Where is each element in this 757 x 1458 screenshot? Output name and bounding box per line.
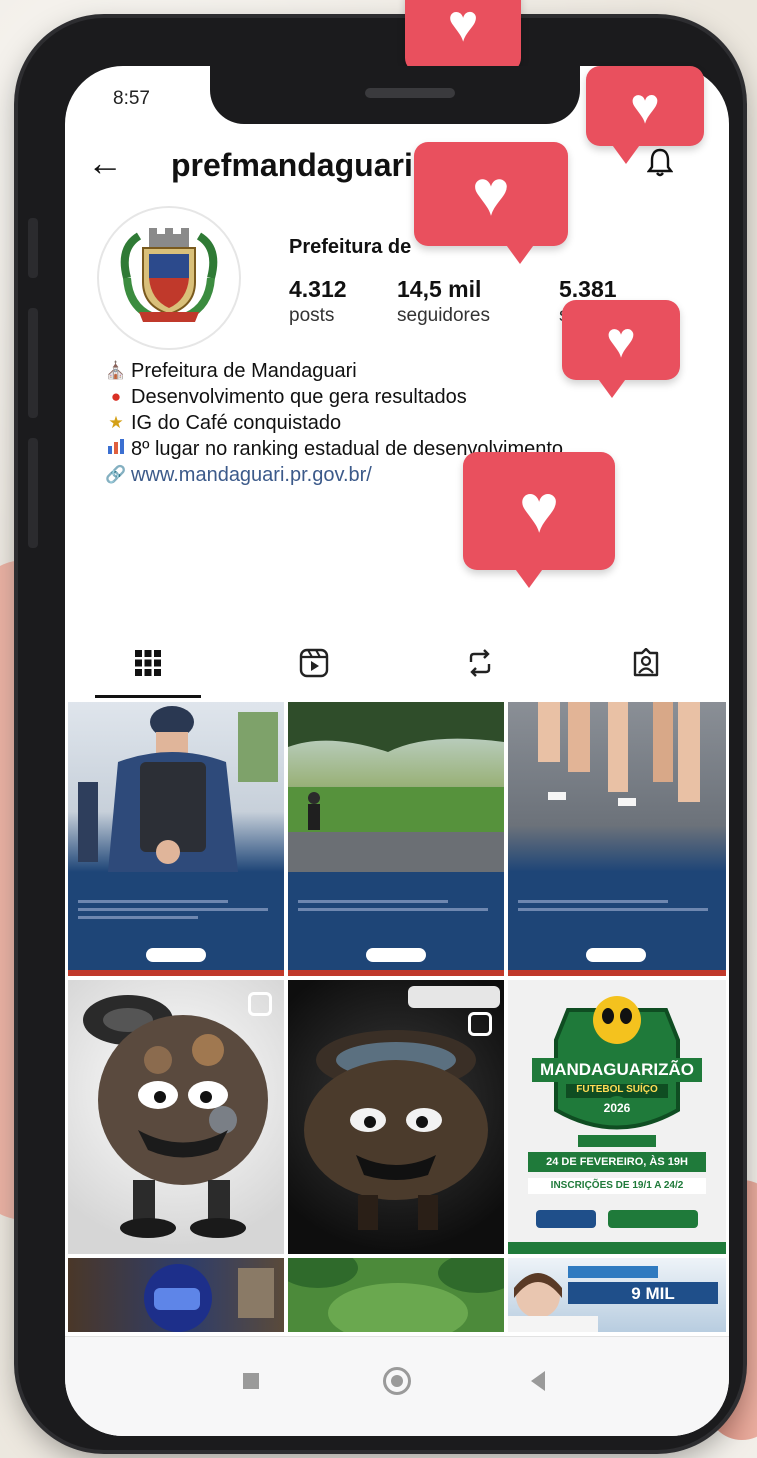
post-thumbnail[interactable]: [68, 702, 284, 976]
notch: [210, 66, 580, 124]
heart-icon: ♥: [518, 471, 560, 547]
status-time: 8:57: [113, 88, 150, 109]
heart-icon: ♥: [472, 157, 510, 229]
profile-name: Prefeitura de: [289, 236, 412, 258]
futsal-subtitle: FUTEBOL SUÍÇO: [576, 1084, 658, 1095]
heart-bubble: ♥: [463, 452, 615, 588]
avatar[interactable]: [97, 206, 241, 350]
tab-grid[interactable]: [65, 631, 231, 695]
bio-line: ★ IG do Café conquistado: [105, 410, 705, 436]
heart-icon: ♥: [447, 0, 479, 53]
stat-following-value: 5.381: [559, 276, 617, 302]
heart-bubble: ♥: [414, 142, 568, 264]
volume-down-button: [28, 308, 38, 418]
post-thumbnail[interactable]: [508, 702, 726, 976]
post-image-field: [288, 1258, 504, 1332]
tab-reposts[interactable]: [397, 631, 563, 695]
volume-up-button: [28, 218, 38, 278]
post-image-runners: [508, 702, 726, 976]
post-thumbnail[interactable]: [68, 1258, 284, 1332]
grid-icon: [135, 650, 161, 676]
stat-followers[interactable]: 14,5 mil seguidores: [397, 276, 490, 327]
bar-chart-icon: [105, 436, 127, 462]
profile-username: prefmandaguari: [171, 147, 413, 183]
bio-link-line[interactable]: 🔗 www.mandaguari.pr.gov.br/: [105, 462, 705, 488]
home-button[interactable]: [383, 1367, 411, 1395]
bio-link[interactable]: www.mandaguari.pr.gov.br/: [131, 462, 372, 488]
tab-tagged[interactable]: [563, 631, 729, 695]
post-image-track: [288, 702, 504, 976]
bio-text: Desenvolvimento que gera resultados: [131, 386, 467, 408]
reels-icon: [299, 648, 329, 678]
post-thumbnail[interactable]: MANDAGUARIZÃO FUTEBOL SUÍÇO 2026 24 DE F…: [508, 980, 726, 1254]
power-button: [28, 438, 38, 548]
heart-bubble: ♥: [405, 0, 521, 90]
heart-icon: ♥: [630, 78, 660, 134]
tagged-icon: [633, 648, 659, 677]
heart-icon: ♥: [606, 312, 636, 368]
bio-text: IG do Café conquistado: [131, 412, 342, 434]
phone-frame: 8:57 ← prefmandaguari Prefeitura de 4.31…: [18, 18, 743, 1450]
bio-text: Prefeitura de Mandaguari: [131, 360, 357, 382]
tab-active-indicator: [95, 695, 201, 698]
futsal-date: 24 DE FEVEREIRO, ÀS 19H: [546, 1156, 688, 1168]
heart-bubble: ♥: [586, 66, 704, 164]
screen: 8:57 ← prefmandaguari Prefeitura de 4.31…: [65, 66, 729, 1436]
post-image-guard: [68, 706, 284, 976]
reposts-icon: [469, 649, 491, 677]
stat-followers-label: seguidores: [397, 305, 490, 326]
trophy-icon: ★: [108, 413, 124, 432]
stat-posts[interactable]: 4.312 posts: [289, 276, 347, 327]
post-grid: MANDAGUARIZÃO FUTEBOL SUÍÇO 2026 24 DE F…: [68, 702, 726, 1332]
post-thumbnail[interactable]: [288, 1258, 504, 1332]
post-image-welder: [144, 1264, 274, 1332]
stat-posts-label: posts: [289, 305, 335, 326]
bell-icon[interactable]: [647, 147, 673, 177]
recents-button[interactable]: [243, 1373, 259, 1389]
post-thumbnail[interactable]: 9 MIL: [508, 1258, 726, 1332]
futsal-year: 2026: [603, 1101, 631, 1115]
tab-reels[interactable]: [231, 631, 397, 695]
heart-bubble: ♥: [562, 300, 680, 398]
post-thumbnail[interactable]: [68, 980, 284, 1254]
content-tabs: [65, 631, 729, 701]
government-building-icon: ⛪: [105, 361, 127, 380]
link-icon: 🔗: [105, 465, 127, 484]
doctor-banner-text: 9 MIL: [631, 1284, 675, 1303]
coat-of-arms-icon: [120, 228, 218, 322]
back-button[interactable]: [531, 1371, 545, 1391]
post-thumbnail[interactable]: [288, 702, 504, 976]
stat-posts-value: 4.312: [289, 276, 347, 302]
futsal-title: MANDAGUARIZÃO: [540, 1060, 694, 1079]
stat-followers-value: 14,5 mil: [397, 276, 482, 302]
reel-badge-icon: [468, 1012, 492, 1036]
post-image-tire-monster: [83, 995, 268, 1238]
pin-icon: ●: [110, 387, 122, 406]
bio-line: 8º lugar no ranking estadual de desenvol…: [105, 436, 705, 462]
reel-badge-icon: [248, 992, 272, 1016]
futsal-inscricoes: INSCRIÇÕES DE 19/1 A 24/2: [550, 1180, 684, 1191]
back-arrow-icon[interactable]: ←: [87, 145, 123, 181]
post-thumbnail[interactable]: [288, 980, 504, 1254]
post-image-futsal: [508, 996, 726, 1254]
system-nav-bar: [65, 1336, 729, 1436]
